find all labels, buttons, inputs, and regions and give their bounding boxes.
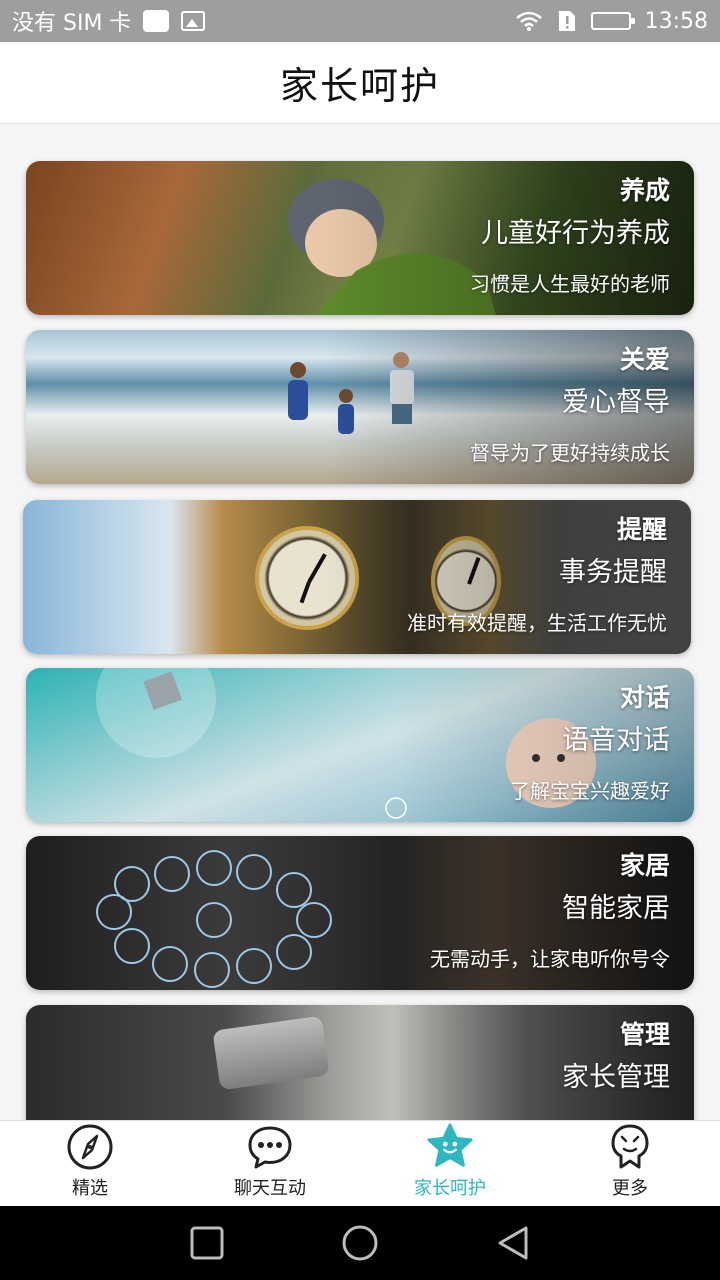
triangle-back-icon xyxy=(498,1226,528,1260)
card-tag: 提醒 xyxy=(616,515,667,544)
card-tag: 对话 xyxy=(619,683,670,712)
image-notification-icon xyxy=(181,11,206,31)
card-title: 智能家居 xyxy=(562,893,670,924)
card-loving-supervision[interactable]: 关爱 爱心督导 督导为了更好持续成长 xyxy=(26,330,694,484)
status-bar: 没有 SIM 卡 13:58 xyxy=(0,0,720,42)
card-tag: 关爱 xyxy=(619,345,670,374)
system-nav-bar xyxy=(0,1206,720,1280)
clock-text: 13:58 xyxy=(644,8,708,34)
card-tag: 养成 xyxy=(619,176,670,205)
tab-label: 聊天互动 xyxy=(234,1178,306,1199)
sim-alert-icon xyxy=(558,11,575,31)
back-button[interactable] xyxy=(493,1223,533,1263)
card-subtitle: 督导为了更好持续成长 xyxy=(470,441,670,465)
card-voice-chat[interactable]: 对话 语音对话 了解宝宝兴趣爱好 xyxy=(26,668,694,822)
card-title: 儿童好行为养成 xyxy=(481,218,670,249)
card-title: 家长管理 xyxy=(562,1062,670,1093)
carrier-text: 没有 SIM 卡 xyxy=(12,11,132,36)
more-face-icon xyxy=(605,1122,655,1172)
compass-icon xyxy=(65,1122,115,1172)
circle-icon xyxy=(342,1225,378,1261)
feature-card-list[interactable]: 养成 儿童好行为养成 习惯是人生最好的老师 关爱 爱心督导 督导为了更好持续成长 xyxy=(0,124,720,1120)
card-tag: 管理 xyxy=(619,1020,670,1049)
bottom-tab-bar: 精选 聊天互动 家长呵护 更多 xyxy=(0,1120,720,1206)
tab-label: 更多 xyxy=(612,1178,648,1199)
status-right: 13:58 xyxy=(515,9,708,34)
notification-square-icon xyxy=(143,10,170,32)
square-icon xyxy=(190,1226,224,1260)
card-reminders[interactable]: 提醒 事务提醒 准时有效提醒，生活工作无忧 xyxy=(23,500,691,654)
card-subtitle: 习惯是人生最好的老师 xyxy=(470,272,670,296)
status-left: 没有 SIM 卡 xyxy=(12,5,206,37)
card-subtitle: 了解宝宝兴趣爱好 xyxy=(510,779,670,803)
tab-parent-care[interactable]: 家长呵护 xyxy=(360,1121,540,1206)
chat-bubble-icon xyxy=(245,1122,295,1172)
app-header: 家长呵护 xyxy=(0,42,720,124)
star-icon xyxy=(425,1122,475,1172)
battery-icon xyxy=(590,12,635,30)
page-title: 家长呵护 xyxy=(279,64,440,108)
card-subtitle: 无需动手，让家电听你号令 xyxy=(430,947,670,971)
home-button[interactable] xyxy=(340,1223,380,1263)
wifi-icon xyxy=(515,11,542,31)
recent-apps-button[interactable] xyxy=(187,1223,227,1263)
card-title: 事务提醒 xyxy=(559,557,667,588)
tab-label: 精选 xyxy=(72,1178,108,1199)
tab-label: 家长呵护 xyxy=(414,1178,486,1199)
card-tag: 家居 xyxy=(619,851,670,880)
card-parent-management[interactable]: 管理 家长管理 xyxy=(26,1005,694,1120)
card-habit-training[interactable]: 养成 儿童好行为养成 习惯是人生最好的老师 xyxy=(26,161,694,315)
tab-featured[interactable]: 精选 xyxy=(0,1121,180,1206)
card-title: 爱心督导 xyxy=(562,387,670,418)
card-title: 语音对话 xyxy=(562,725,670,756)
card-subtitle: 准时有效提醒，生活工作无忧 xyxy=(407,611,667,635)
tab-more[interactable]: 更多 xyxy=(540,1121,720,1206)
card-smart-home[interactable]: 家居 智能家居 无需动手，让家电听你号令 xyxy=(26,836,694,990)
tab-chat[interactable]: 聊天互动 xyxy=(180,1121,360,1206)
